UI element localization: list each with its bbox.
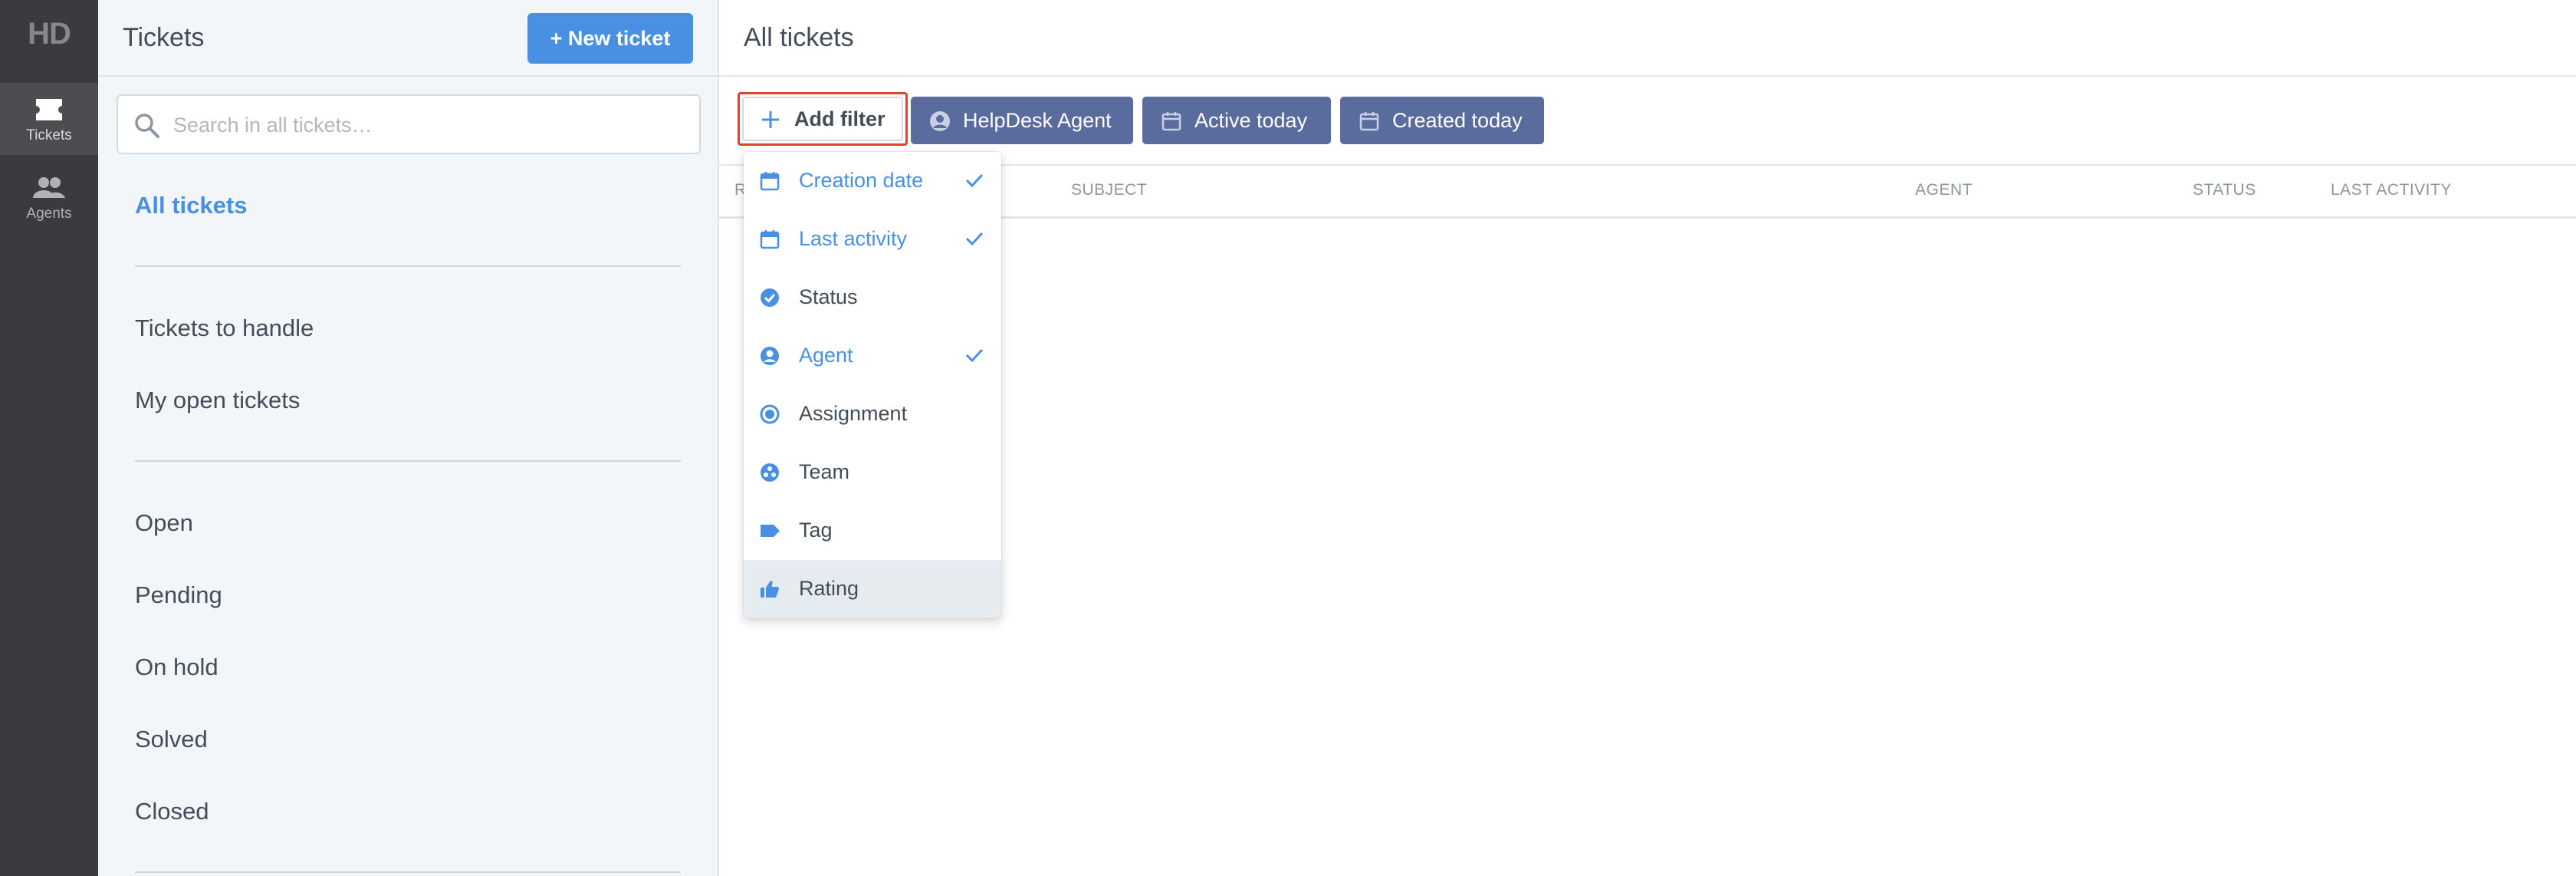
sidebar-item-all-tickets[interactable]: All tickets bbox=[135, 192, 247, 219]
tickets-sidebar: Tickets + New ticket Search in all ticke… bbox=[98, 0, 719, 876]
filter-chip-label: Created today bbox=[1392, 109, 1523, 132]
filter-chip-created-today[interactable]: Created today bbox=[1340, 97, 1544, 144]
thumbs-up-icon bbox=[761, 581, 779, 598]
app-rail: HD Tickets Agents bbox=[0, 0, 98, 876]
add-filter-dropdown: Creation date Last activity Status Agent bbox=[744, 152, 1001, 618]
user-circle-icon bbox=[761, 347, 779, 365]
divider bbox=[135, 871, 681, 873]
rail-item-label: Agents bbox=[26, 206, 72, 222]
filter-option-last-activity[interactable]: Last activity bbox=[744, 210, 1001, 268]
filter-chip-label: HelpDesk Agent bbox=[963, 109, 1112, 132]
calendar-icon bbox=[1162, 112, 1181, 131]
sidebar-item-my-open-tickets[interactable]: My open tickets bbox=[135, 387, 300, 414]
sidebar-header: Tickets + New ticket bbox=[98, 0, 718, 77]
column-header-agent[interactable]: AGENT bbox=[1915, 181, 1973, 199]
filter-chip-label: Active today bbox=[1194, 109, 1308, 132]
divider bbox=[135, 460, 681, 462]
radio-icon bbox=[760, 404, 780, 424]
search-icon bbox=[135, 114, 159, 138]
new-ticket-button[interactable]: + New ticket bbox=[527, 13, 693, 64]
rail-item-tickets[interactable]: Tickets bbox=[0, 83, 98, 155]
user-circle-icon bbox=[930, 111, 950, 131]
sidebar-item-tickets-to-handle[interactable]: Tickets to handle bbox=[135, 315, 314, 342]
filter-option-label: Creation date bbox=[799, 169, 924, 192]
rail-item-label: Tickets bbox=[26, 127, 72, 143]
filter-option-team[interactable]: Team bbox=[744, 443, 1001, 502]
calendar-icon bbox=[760, 230, 780, 249]
filter-option-label: Rating bbox=[799, 577, 859, 600]
check-circle-icon bbox=[761, 288, 779, 307]
sidebar-item-pending[interactable]: Pending bbox=[135, 581, 222, 609]
column-header-status[interactable]: STATUS bbox=[2193, 181, 2256, 199]
sidebar-title: Tickets bbox=[123, 23, 205, 52]
rail-item-agents[interactable]: Agents bbox=[0, 161, 98, 233]
filter-option-tag[interactable]: Tag bbox=[744, 502, 1001, 560]
add-filter-button[interactable]: Add filter bbox=[742, 97, 903, 141]
team-icon bbox=[761, 463, 779, 482]
filter-option-rating[interactable]: Rating bbox=[744, 560, 1001, 618]
filter-option-label: Assignment bbox=[799, 402, 908, 425]
filter-chip-active-today[interactable]: Active today bbox=[1142, 97, 1331, 144]
sidebar-item-solved[interactable]: Solved bbox=[135, 726, 208, 753]
sidebar-item-closed[interactable]: Closed bbox=[135, 798, 209, 825]
agents-icon bbox=[33, 177, 65, 198]
filter-option-label: Status bbox=[799, 285, 858, 308]
column-header-subject[interactable]: SUBJECT bbox=[1071, 181, 1147, 199]
main-header: All tickets bbox=[719, 0, 2576, 77]
sidebar-item-open[interactable]: Open bbox=[135, 509, 193, 537]
filter-option-label: Team bbox=[799, 460, 850, 483]
divider bbox=[135, 265, 681, 267]
add-filter-label: Add filter bbox=[794, 107, 886, 130]
filter-chip-agent[interactable]: HelpDesk Agent bbox=[911, 97, 1133, 144]
sidebar-item-on-hold[interactable]: On hold bbox=[135, 654, 219, 681]
app-logo: HD bbox=[28, 17, 71, 51]
tag-icon bbox=[761, 525, 780, 537]
filter-option-creation-date[interactable]: Creation date bbox=[744, 152, 1001, 210]
search-input[interactable]: Search in all tickets… bbox=[117, 94, 701, 154]
page-title: All tickets bbox=[744, 23, 854, 52]
filter-option-assignment[interactable]: Assignment bbox=[744, 385, 1001, 443]
filter-option-label: Last activity bbox=[799, 227, 908, 250]
checkmark-icon bbox=[965, 232, 984, 246]
filter-option-label: Tag bbox=[799, 519, 833, 542]
checkmark-icon bbox=[965, 173, 984, 188]
plus-icon bbox=[762, 111, 779, 128]
filter-option-agent[interactable]: Agent bbox=[744, 327, 1001, 385]
checkmark-icon bbox=[965, 348, 984, 363]
calendar-icon bbox=[760, 172, 780, 191]
tickets-icon bbox=[36, 99, 62, 120]
column-header-last-activity[interactable]: LAST ACTIVITY bbox=[2331, 181, 2452, 199]
filter-option-label: Agent bbox=[799, 344, 853, 367]
calendar-icon bbox=[1359, 112, 1379, 131]
filter-option-status[interactable]: Status bbox=[744, 268, 1001, 327]
search-placeholder: Search in all tickets… bbox=[173, 114, 373, 137]
